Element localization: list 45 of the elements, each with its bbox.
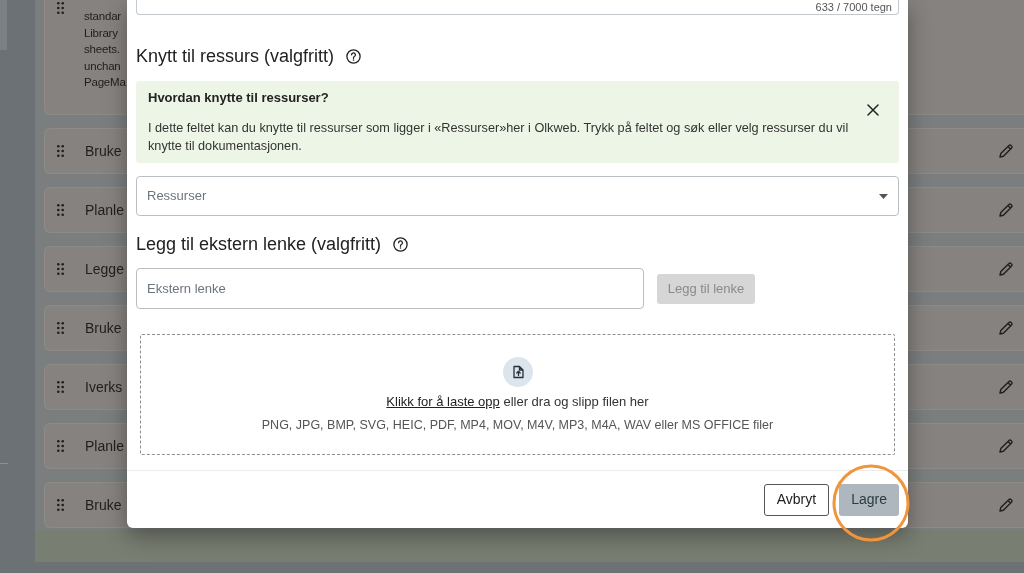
caret-icon [879, 193, 888, 199]
pencil-icon[interactable] [999, 321, 1013, 335]
pencil-icon[interactable] [999, 203, 1013, 217]
drag-handle-icon[interactable] [57, 2, 64, 14]
close-icon[interactable] [867, 104, 879, 116]
item-title: Bruke [85, 318, 122, 338]
drag-handle-icon[interactable] [57, 381, 64, 393]
pencil-icon[interactable] [999, 439, 1013, 453]
upload-instructions: Klikk for å laste opp eller dra og slipp filen her [386, 393, 649, 411]
card-text-line: PageMa [84, 75, 126, 90]
item-title: Iverks [85, 377, 123, 397]
card-text-line: unchan [84, 58, 122, 74]
drag-handle-icon[interactable] [57, 263, 64, 275]
pencil-icon[interactable] [999, 498, 1013, 512]
file-formats-text: PNG, JPG, BMP, SVG, HEIC, PDF, MP4, MOV, M4V, MP3, M4A, WAV eller MS OFFICE filer [261, 417, 774, 434]
drag-handle-icon[interactable] [57, 499, 64, 511]
item-title: Planle [85, 200, 124, 220]
upload-dropzone[interactable]: Klikk for å laste opp eller dra og slipp filen her PNG, JPG, BMP, SVG, HEIC, PDF, MP4, MOV, M4V, MP3, M4A, WAV eller MS OFFICE filer [140, 334, 895, 455]
help-icon[interactable] [393, 236, 409, 252]
drag-handle-icon[interactable] [57, 145, 64, 157]
link-input-field[interactable]: Ekstern lenke [136, 268, 644, 309]
text-area-field[interactable]: 633 / 7000 tegn [136, 0, 899, 15]
help-icon[interactable] [346, 48, 362, 64]
alert-text: I dette feltet kan du knytte til ressurser som ligger i «Ressurser»her i Olkweb. Trykk på feltet og søk eller velg ressurser du vil knytte til dokumentasjonen. [148, 120, 850, 155]
upload-link[interactable]: Klikk for å laste opp [386, 394, 500, 409]
resource-select[interactable]: Ressurser [136, 176, 899, 216]
item-title: Legge [85, 259, 124, 279]
card-text-line: sheets. [84, 42, 121, 57]
section-heading: Legg til ekstern lenke (valgfritt) [136, 233, 382, 256]
drag-handle-icon[interactable] [57, 322, 64, 334]
drag-handle-icon[interactable] [57, 204, 64, 216]
item-title: Planle [85, 436, 124, 456]
drag-handle-icon[interactable] [57, 440, 64, 452]
file-upload-icon [502, 357, 533, 387]
pencil-icon[interactable] [999, 262, 1013, 276]
character-counter: 633 / 7000 tegn [815, 1, 892, 13]
alert-title: Hvordan knytte til ressurser? [148, 89, 330, 107]
cancel-button[interactable]: Avbryt [763, 483, 830, 516]
card-text-line: standar [84, 9, 122, 24]
item-title: Bruke [85, 495, 122, 515]
pencil-icon[interactable] [999, 380, 1013, 394]
pencil-icon[interactable] [999, 144, 1013, 158]
item-title: Bruke [85, 141, 122, 161]
card-text-line: Library [84, 25, 119, 41]
section-heading: Knytt til ressurs (valgfritt) [136, 45, 335, 68]
